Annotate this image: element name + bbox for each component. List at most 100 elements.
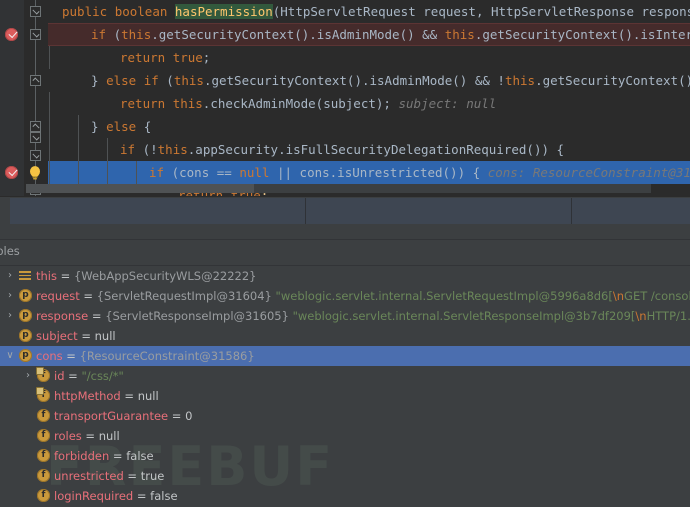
variable-row[interactable]: › this = {WebAppSecurityWLS@22222} [0,266,690,286]
variable-row[interactable]: f httpMethod = null [0,386,690,406]
variable-equals: = [62,349,80,363]
code-fold-icon[interactable] [30,29,41,40]
chevron-right-icon[interactable]: › [4,266,16,286]
code-line[interactable]: if (!this.appSecurity.isFullSecurityDele… [48,138,690,161]
code-line[interactable]: public boolean hasPermission(HttpServlet… [48,0,690,23]
escape-sequence: \n [612,289,625,303]
variable-name: response [36,309,89,323]
code-lines[interactable]: public boolean hasPermission(HttpServlet… [48,0,690,196]
code-fold-icon[interactable] [30,121,41,132]
escape-sequence: \n [635,309,647,323]
breakpoint-verified-icon[interactable] [5,28,18,41]
token-text: .checkAdminMode(subject); [202,96,391,111]
code-fold-icon[interactable] [30,132,41,143]
token-text: { [136,119,152,134]
variable-text: this = {WebAppSecurityWLS@22222} [36,266,257,286]
token-text: (! [142,142,158,157]
variable-name: loginRequired [54,489,134,503]
variable-reference: {ServletResponseImpl@31605} [105,309,289,323]
token-text: .getSecurityContext().isI [535,73,690,88]
variable-equals: = [88,309,106,323]
breakpoint-verified-icon[interactable] [5,166,18,179]
chevron-down-icon[interactable]: ∨ [4,346,16,366]
code-editor[interactable]: public boolean hasPermission(HttpServlet… [0,0,690,196]
token-keyword: return [120,96,166,111]
code-fold-icon[interactable] [30,75,41,86]
token-keyword: return [120,50,166,65]
variable-name: this [36,269,57,283]
token-keyword: if [143,73,159,88]
variables-tree[interactable]: › this = {WebAppSecurityWLS@22222} › p reque… [0,266,690,507]
field-icon: f [37,469,50,482]
code-fold-icon[interactable] [30,150,41,161]
object-list-icon [19,269,32,282]
token-keyword: if [91,27,107,42]
variable-value: "weblogic.servlet.internal.ServletRespon… [292,309,636,323]
code-line[interactable]: return this.checkAdminMode(subject); sub… [48,92,690,115]
code-line[interactable]: } else { [48,115,690,138]
chevron-right-icon[interactable]: › [22,366,34,386]
chevron-right-icon[interactable]: › [4,306,16,326]
variable-text: subject = null [36,326,116,346]
code-line[interactable]: if (this.getSecurityContext().isAdminMod… [48,23,690,46]
code-fold-icon[interactable] [30,6,41,17]
variable-row[interactable]: › p response = {ServletResponseImpl@31605}… [0,306,690,326]
variable-row[interactable]: › p request = {ServletRequestImpl@31604} "… [0,286,690,306]
scrollbar-thumb[interactable] [26,184,254,193]
frames-panel-segment[interactable] [10,198,306,224]
variable-row[interactable]: f transportGuarantee = 0 [0,406,690,426]
variable-equals: = [79,289,97,303]
token-keyword: this [173,73,204,88]
token-text: ; [202,50,211,65]
fold-gutter[interactable] [24,0,48,196]
intention-bulb-icon[interactable] [26,164,44,182]
breakpoint-gutter[interactable] [0,0,24,196]
token-keyword: null [239,165,270,180]
variable-value: null [137,389,159,403]
debugger-frames-bar[interactable] [0,196,690,232]
variable-row[interactable]: f unrestricted = true [0,466,690,486]
variable-value: "weblogic.servlet.internal.ServletReques… [275,289,613,303]
token-text: || cons.isUnrestricted()) { [269,165,481,180]
variable-text: httpMethod = null [54,386,159,406]
extra-panel-segment[interactable] [572,198,690,224]
parameter-icon: p [19,289,32,302]
variable-row[interactable]: f forbidden = false [0,446,690,466]
variable-text: loginRequired = false [54,486,178,506]
variable-row[interactable]: › f id = "/css/*" [0,366,690,386]
variable-row[interactable]: p subject = null [0,326,690,346]
variable-equals: = [123,469,141,483]
variable-name: forbidden [54,449,110,463]
code-line[interactable]: if (cons == null || cons.isUnrestricted(… [48,161,690,184]
field-icon: f [37,449,50,462]
variable-row[interactable]: ∨ p cons = {ResourceConstraint@31586} [0,346,690,366]
variable-value: true [140,469,165,483]
token-keyword: else [106,119,137,134]
inline-parameter-hint: subject: null [398,96,497,111]
tab-variables[interactable]: iables [0,244,20,258]
token-text: .getSecurityContext().isInternalA [474,27,690,42]
debugger-window: public boolean hasPermission(HttpServlet… [0,0,690,507]
chevron-right-icon[interactable]: › [4,286,16,306]
variable-value: HTTP/1.1 200 OK [646,309,690,323]
code-line[interactable]: return true; [48,46,690,69]
threads-panel-segment[interactable] [306,198,572,224]
variables-panel[interactable]: iables FREEBUF ›this = {WebAppSecurityWL… [0,240,690,507]
variable-value: "/css/*" [81,369,124,383]
editor-horizontal-scrollbar[interactable] [26,184,651,193]
parameter-icon: p [19,349,32,362]
variable-reference: {WebAppSecurityWLS@22222} [73,269,257,283]
variable-row[interactable]: f roles = null [0,426,690,446]
variable-row[interactable]: f loginRequired = false [0,486,690,506]
token-text: } [91,73,107,88]
field-final-icon: f [36,387,50,402]
variable-text: cons = {ResourceConstraint@31586} [36,346,255,366]
search-highlight-method: hasPermission [174,4,273,19]
variable-reference: {ServletRequestImpl@31604} [96,289,272,303]
field-icon: f [37,489,50,502]
variables-tab-bar[interactable]: iables [0,240,690,266]
variable-text: id = "/css/*" [54,366,124,386]
variable-value: GET /console/css/%252E%2 [624,289,690,303]
code-line[interactable]: } else if (this.getSecurityContext().isA… [48,69,690,92]
token-keyword: boolean [114,4,168,19]
